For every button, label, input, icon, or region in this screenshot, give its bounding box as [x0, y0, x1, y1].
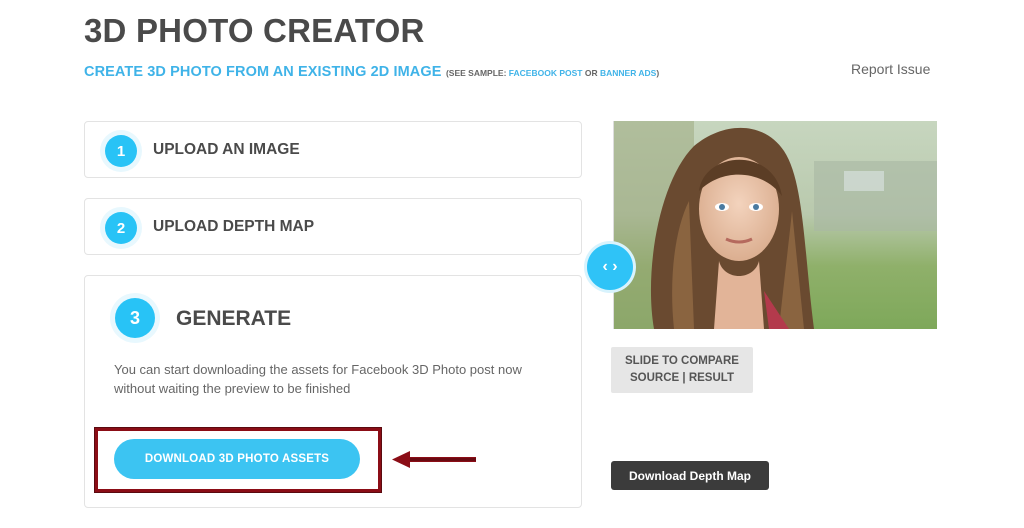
- download-3d-assets-button[interactable]: DOWNLOAD 3D PHOTO ASSETS: [114, 439, 360, 479]
- step-3-label: GENERATE: [176, 307, 292, 330]
- compare-slider-handle[interactable]: ‹ ›: [587, 244, 633, 290]
- sample-links: (SEE SAMPLE: FACEBOOK POST OR BANNER ADS…: [446, 68, 659, 78]
- step-1-number: 1: [105, 135, 137, 167]
- preview-image: [613, 121, 937, 329]
- description-line-2: without waiting the preview to be finish…: [114, 381, 351, 396]
- arrow-left-icon: [392, 451, 476, 468]
- report-issue-link[interactable]: Report Issue: [851, 61, 930, 77]
- sample-prefix: (SEE SAMPLE:: [445, 68, 507, 78]
- subtitle-line: CREATE 3D PHOTO FROM AN EXISTING 2D IMAG…: [84, 63, 659, 81]
- description-line-1: You can start downloading the assets for…: [114, 362, 522, 377]
- page-subtitle: CREATE 3D PHOTO FROM AN EXISTING 2D IMAG…: [84, 64, 442, 80]
- step-3-number: 3: [115, 298, 155, 338]
- compare-line-2: SOURCE | RESULT: [630, 372, 734, 384]
- step-2-label: UPLOAD DEPTH MAP: [153, 218, 315, 235]
- compare-line-1: SLIDE TO COMPARE: [625, 355, 739, 367]
- generate-description: You can start downloading the assets for…: [114, 360, 534, 398]
- compare-hint: SLIDE TO COMPARE SOURCE | RESULT: [611, 347, 753, 393]
- portrait-photo-icon: [614, 121, 937, 329]
- step-2-number: 2: [105, 212, 137, 244]
- sample-or: OR: [584, 68, 598, 78]
- sample-suffix: ): [656, 68, 660, 78]
- facebook-post-link[interactable]: FACEBOOK POST: [509, 68, 583, 78]
- step-upload-image-card[interactable]: 1 UPLOAD AN IMAGE: [84, 121, 582, 178]
- page-title: 3D PHOTO CREATOR: [84, 12, 425, 49]
- download-depth-map-button[interactable]: Download Depth Map: [611, 461, 769, 490]
- step-upload-depth-card[interactable]: 2 UPLOAD DEPTH MAP: [84, 198, 582, 255]
- step-1-label: UPLOAD AN IMAGE: [153, 141, 300, 158]
- banner-ads-link[interactable]: BANNER ADS: [600, 68, 656, 78]
